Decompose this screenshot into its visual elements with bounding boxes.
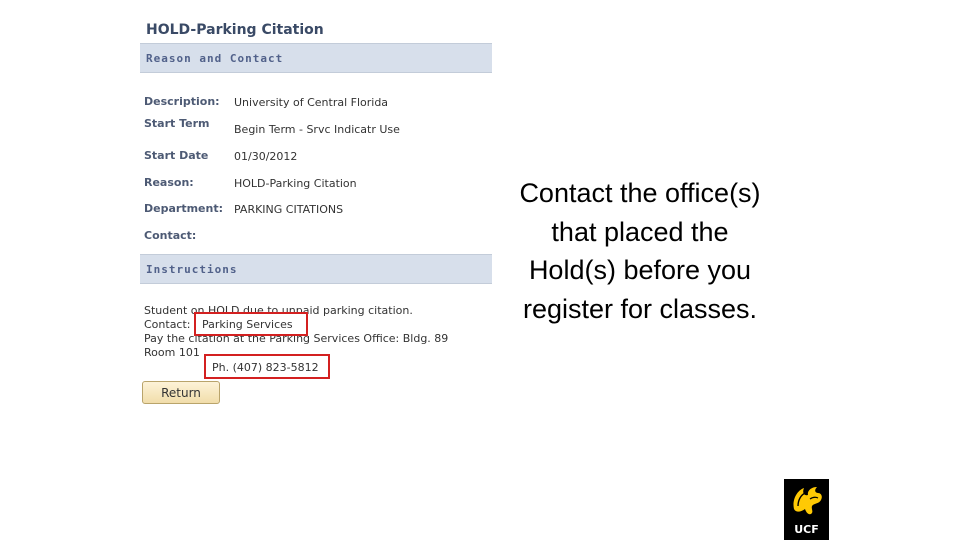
instructions-header: Instructions bbox=[140, 254, 492, 284]
start-date-value: 01/30/2012 bbox=[234, 150, 298, 163]
caption-line-2: that placed the bbox=[551, 216, 729, 247]
return-button[interactable]: Return bbox=[142, 381, 220, 404]
reason-contact-heading: Reason and Contact bbox=[146, 52, 284, 65]
pegasus-icon bbox=[793, 487, 822, 515]
instructions-heading: Instructions bbox=[146, 263, 238, 276]
caption-line-1: Contact the office(s) bbox=[519, 178, 761, 208]
reason-contact-header: Reason and Contact bbox=[140, 43, 492, 73]
phone-highlight: Ph. (407) 823-5812 bbox=[204, 354, 330, 379]
parking-services-text: Parking Services bbox=[202, 318, 293, 331]
description-label: Description: bbox=[144, 95, 220, 108]
start-term-value: Begin Term - Srvc Indicatr Use bbox=[234, 123, 400, 136]
description-value: University of Central Florida bbox=[234, 96, 389, 109]
slide-caption: Contact the office(s) that placed the Ho… bbox=[488, 174, 792, 328]
caption-line-3: Hold(s) before you bbox=[528, 255, 752, 285]
instructions-line-4: Room 101 bbox=[144, 346, 200, 359]
reason-value: HOLD-Parking Citation bbox=[234, 177, 357, 190]
parking-services-highlight: Parking Services bbox=[194, 312, 308, 336]
page-title: HOLD-Parking Citation bbox=[146, 22, 324, 38]
start-term-label: Start Term bbox=[144, 117, 210, 130]
department-value: PARKING CITATIONS bbox=[234, 203, 344, 216]
phone-number: Ph. (407) 823-5812 bbox=[212, 361, 319, 374]
reason-label: Reason: bbox=[144, 176, 194, 189]
start-date-label: Start Date bbox=[144, 149, 209, 162]
ucf-logo-text: UCF bbox=[794, 523, 819, 536]
department-label: Department: bbox=[144, 202, 223, 215]
caption-line-4: register for classes. bbox=[522, 293, 758, 324]
contact-label: Contact: bbox=[144, 229, 197, 242]
ucf-logo: UCF bbox=[784, 479, 829, 540]
instructions-contact-label: Contact: bbox=[144, 318, 191, 331]
